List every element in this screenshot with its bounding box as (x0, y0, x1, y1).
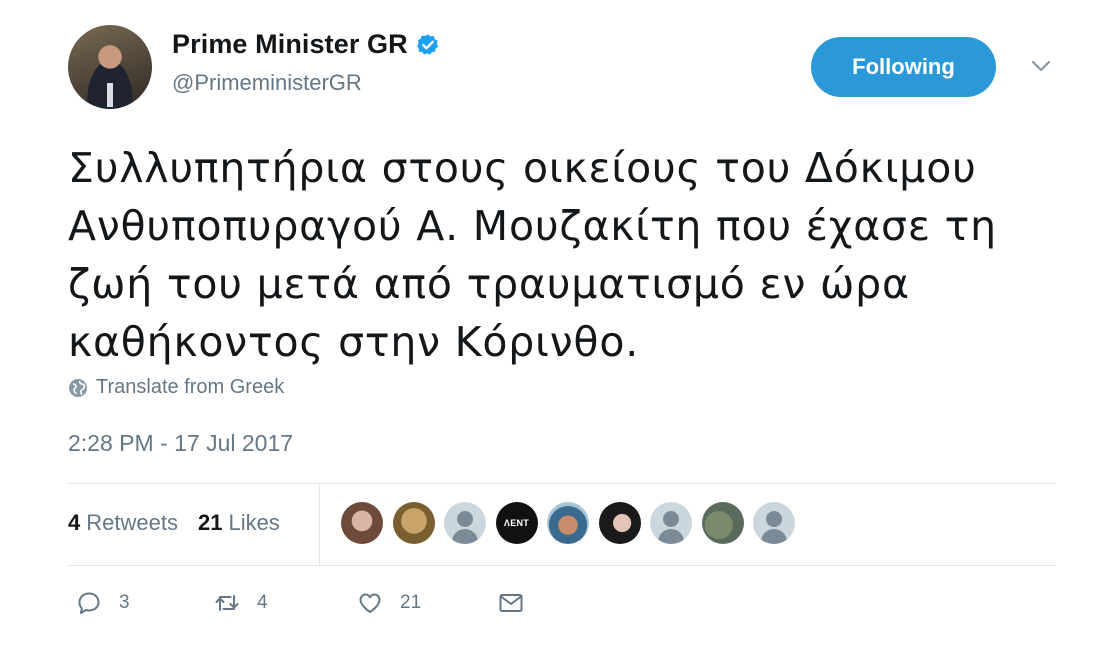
liker-avatar[interactable]: ΛΕΝΤ (495, 502, 538, 544)
liker-avatar-text: ΛΕΝΤ (503, 518, 530, 528)
heart-icon (359, 593, 381, 613)
liker-avatar[interactable] (701, 502, 744, 544)
default-avatar-icon[interactable] (753, 502, 795, 544)
author-handle[interactable]: @PrimeministerGR (172, 70, 362, 96)
verified-badge-icon (416, 34, 439, 55)
tweet-timestamp[interactable]: 2:28 PM - 17 Jul 2017 (68, 430, 293, 457)
stats-bottom-divider (68, 565, 1056, 566)
stats-top-divider (68, 483, 1056, 484)
chevron-down-icon[interactable] (1030, 58, 1052, 74)
profile-avatar[interactable] (68, 25, 152, 109)
engagement-stats: 4 Retweets 21 Likes (68, 510, 300, 536)
retweets-count: 4 (68, 510, 81, 535)
likes-label: Likes (228, 510, 280, 535)
retweets-label: Retweets (86, 510, 178, 535)
retweet-count: 4 (257, 592, 268, 613)
liker-avatar[interactable] (598, 502, 641, 544)
avatar-detail (107, 83, 113, 107)
reply-icon (78, 592, 100, 614)
retweet-button[interactable]: 4 (214, 590, 357, 616)
liker-avatars: ΛΕΝΤ (341, 502, 805, 544)
stats-vertical-divider (319, 483, 320, 565)
tweet-actions: 3 4 21 (76, 590, 524, 616)
default-avatar-icon[interactable] (650, 502, 692, 544)
like-count: 21 (400, 592, 422, 613)
envelope-icon (499, 594, 523, 612)
retweets-stat[interactable]: 4 Retweets (68, 510, 178, 536)
default-avatar-icon[interactable] (444, 502, 486, 544)
tweet-text: Συλλυπητήρια στους οικείους του Δόκιμου … (68, 144, 997, 366)
retweet-icon (215, 595, 239, 611)
reply-count: 3 (119, 592, 130, 613)
following-button[interactable]: Following (811, 37, 996, 97)
liker-avatar[interactable] (341, 502, 383, 544)
translate-label: Translate from Greek (96, 376, 285, 398)
likes-stat[interactable]: 21 Likes (198, 510, 280, 536)
author-name-row: Prime Minister GR (172, 29, 440, 60)
reply-button[interactable]: 3 (76, 590, 214, 616)
translate-link[interactable]: Translate from Greek (68, 376, 284, 399)
likes-count: 21 (197, 510, 223, 535)
liker-avatar[interactable] (392, 502, 435, 544)
liker-avatar[interactable] (547, 502, 589, 544)
author-display-name[interactable]: Prime Minister GR (172, 29, 408, 60)
like-button[interactable]: 21 (357, 590, 498, 616)
globe-icon (69, 378, 87, 397)
direct-message-button[interactable] (498, 590, 524, 616)
